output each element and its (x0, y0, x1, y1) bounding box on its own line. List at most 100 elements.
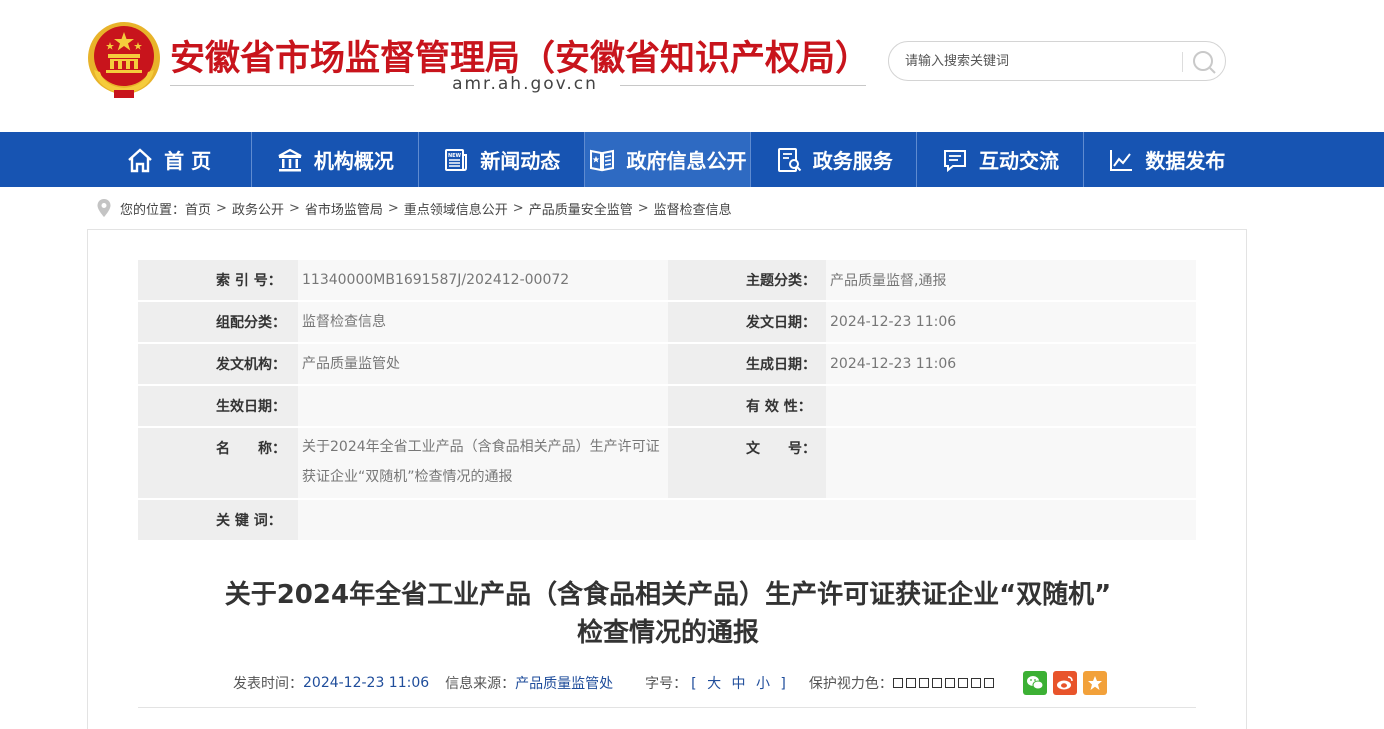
breadcrumb-separator: > (216, 200, 227, 216)
nav-home[interactable]: 首 页 (86, 132, 253, 187)
search-input[interactable] (905, 51, 1175, 71)
issuer-value: 产品质量监管处 (298, 344, 668, 384)
info-row: 生效日期： 有 效 性： (138, 386, 1196, 428)
color-swatch[interactable] (918, 678, 929, 688)
wechat-icon (1026, 676, 1044, 690)
breadcrumb-item[interactable]: 重点领域信息公开 (404, 199, 508, 218)
chart-icon (1110, 149, 1133, 171)
color-swatch[interactable] (944, 678, 955, 688)
nav-service[interactable]: 政务服务 (751, 132, 918, 187)
date-label: 发文日期： (668, 302, 826, 342)
source-label: 信息来源： (445, 676, 516, 692)
article-meta: 发表时间： 2024-12-23 11:06 信息来源： 产品质量监管处 字号：… (233, 670, 1113, 696)
nav-label: 政府信息公开 (626, 149, 747, 173)
share-weibo-button[interactable] (1052, 671, 1077, 695)
topic-label: 主题分类： (668, 260, 826, 300)
org-label: 组配分类： (138, 302, 298, 342)
info-row: 关 键 词： (138, 500, 1196, 542)
doc-number-value (826, 428, 1196, 498)
breadcrumb-separator: > (512, 200, 524, 216)
source-value: 产品质量监管处 (515, 676, 614, 692)
nav-label: 机构概况 (313, 149, 394, 173)
svg-text:NEW: NEW (448, 153, 462, 159)
share-wechat-button[interactable] (1022, 671, 1047, 695)
article-title-line: 检查情况的通报 (576, 618, 759, 648)
weibo-icon (1056, 676, 1073, 690)
search-box (888, 41, 1226, 81)
national-emblem-icon (88, 22, 160, 98)
name-value: 关于2024年全省工业产品（含食品相关产品）生产许可证获证企业“双随机”检查情况… (298, 428, 668, 498)
nav-label: 数据发布 (1145, 149, 1226, 173)
color-swatch[interactable] (905, 678, 916, 688)
breadcrumb-separator: > (637, 200, 649, 216)
gen-date-label: 生成日期： (668, 344, 826, 384)
color-swatch[interactable] (970, 678, 981, 688)
breadcrumb-home[interactable]: 首页 (185, 199, 211, 218)
effective-date-label: 生效日期： (138, 386, 298, 426)
info-row: 组配分类： 监督检查信息 发文日期： 2024-12-23 11:06 (138, 302, 1196, 344)
breadcrumb-prefix: 您的位置： (120, 202, 186, 218)
effective-date-value (298, 386, 668, 426)
location-pin-icon (97, 199, 111, 217)
eye-color-swatches (892, 678, 997, 688)
nav-interaction[interactable]: 互动交流 (917, 132, 1084, 187)
divider (170, 85, 414, 86)
breadcrumb-separator: > (387, 200, 399, 216)
article-title-line: 关于2024年全省工业产品（含食品相关产品）生产许可证获证企业“双随机” (224, 580, 1112, 610)
name-label: 名 称： (138, 428, 298, 498)
content-box: 索 引 号： 11340000MB1691587J/202412-00072 主… (87, 229, 1247, 729)
index-label: 索 引 号： (138, 260, 298, 300)
pub-time-value: 2024-12-23 11:06 (303, 675, 430, 691)
divider (138, 707, 1196, 708)
nav-data[interactable]: 数据发布 (1084, 132, 1249, 187)
search-icon (1193, 51, 1216, 74)
color-swatch[interactable] (931, 678, 942, 688)
divider (1182, 52, 1183, 72)
pub-time-label: 发表时间： (233, 676, 303, 692)
color-swatch[interactable] (957, 678, 968, 688)
info-row: 索 引 号： 11340000MB1691587J/202412-00072 主… (138, 260, 1196, 302)
date-value: 2024-12-23 11:06 (826, 302, 1196, 342)
institution-icon (278, 148, 302, 171)
nav-label: 新闻动态 (480, 149, 561, 173)
index-value: 11340000MB1691587J/202412-00072 (298, 260, 668, 300)
nav-label: 政务服务 (812, 149, 893, 173)
info-row: 名 称： 关于2024年全省工业产品（含食品相关产品）生产许可证获证企业“双随机… (138, 428, 1196, 500)
color-swatch[interactable] (983, 678, 994, 688)
gen-date-value: 2024-12-23 11:06 (826, 344, 1196, 384)
breadcrumb-item[interactable]: 政务公开 (232, 199, 284, 218)
font-size-switcher[interactable]: [ 大 中 小 ] (691, 673, 789, 693)
search-button[interactable] (1189, 48, 1219, 76)
divider (620, 85, 866, 86)
keywords-label: 关 键 词： (138, 500, 298, 540)
info-row: 发文机构： 产品质量监管处 生成日期： 2024-12-23 11:06 (138, 344, 1196, 386)
nav-label: 首 页 (164, 149, 212, 173)
nav-label: 互动交流 (979, 149, 1060, 173)
add-favorite-button[interactable] (1082, 671, 1107, 695)
site-header: 安徽省市场监督管理局（安徽省知识产权局） amr.ah.gov.cn (0, 0, 1384, 132)
validity-label: 有 效 性： (668, 386, 826, 426)
breadcrumb-item[interactable]: 监督检查信息 (654, 199, 732, 218)
nav-institution[interactable]: 机构概况 (252, 132, 419, 187)
topic-value: 产品质量监督,通报 (826, 260, 1196, 300)
service-icon (777, 147, 801, 172)
breadcrumb-item[interactable]: 省市场监管局 (305, 199, 383, 218)
site-domain: amr.ah.gov.cn (452, 74, 598, 94)
color-swatch[interactable] (892, 678, 903, 688)
news-icon: NEW (445, 148, 468, 171)
issuer-label: 发文机构： (138, 344, 298, 384)
share-buttons (1022, 671, 1113, 695)
validity-value (826, 386, 1196, 426)
breadcrumb-item[interactable]: 产品质量安全监管 (529, 199, 633, 218)
gov-info-icon (590, 149, 615, 171)
document-info-table: 索 引 号： 11340000MB1691587J/202412-00072 主… (138, 260, 1196, 542)
doc-number-label: 文 号： (668, 428, 826, 498)
eye-color-label: 保护视力色： (808, 676, 893, 692)
main-nav: 首 页 机构概况 NEW 新闻动态 政府信息公开 政务服务 互动交流 数据发布 (0, 132, 1384, 187)
nav-gov-info[interactable]: 政府信息公开 (584, 132, 752, 187)
keywords-value (298, 500, 1196, 540)
breadcrumb-separator: > (288, 200, 300, 216)
font-size-label: 字号： (645, 676, 688, 692)
domain-row: amr.ah.gov.cn (170, 74, 866, 96)
nav-news[interactable]: NEW 新闻动态 (419, 132, 585, 187)
